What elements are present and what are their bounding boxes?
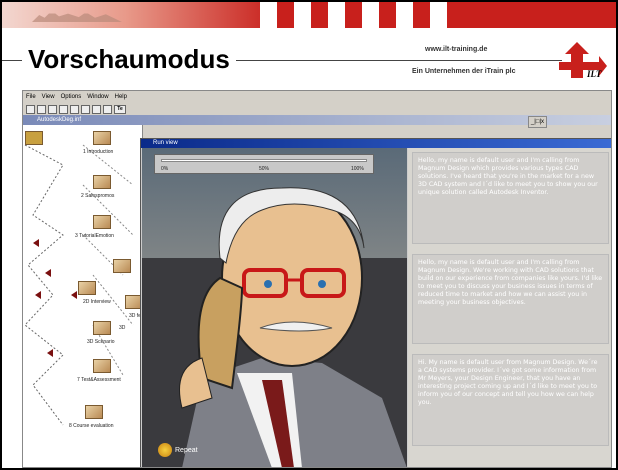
run-view-title-bar: Run view (141, 139, 611, 148)
dialogue-option[interactable]: Hello, my name is default user and I'm c… (412, 254, 609, 344)
document-title: AutodeskDeg.inf (37, 117, 82, 123)
banner-square (328, 2, 345, 28)
authoring-app-screenshot: File View Options Window Help Te Autodes… (22, 90, 612, 468)
paste-icon[interactable] (81, 104, 90, 114)
repeat-icon (158, 443, 172, 457)
banner-square (294, 2, 311, 28)
flow-node[interactable] (93, 175, 111, 189)
print-icon[interactable] (92, 104, 101, 114)
flow-label: 7 Test&Assessment (77, 377, 121, 383)
city-skyline-graphic (32, 10, 122, 22)
menu-options[interactable]: Options (61, 94, 82, 103)
flow-label: 3 TutorialEmotion (75, 233, 114, 239)
character-stage: 0% 50% 100% Repeat (142, 148, 407, 467)
page-title: Vorschaumodus (22, 44, 236, 75)
new-file-icon[interactable] (26, 104, 35, 114)
ilt-logo: ILT (559, 42, 607, 79)
flow-label: 3D Scenario (87, 339, 115, 345)
repeat-button[interactable]: Repeat (158, 443, 198, 457)
text-tool-button[interactable]: Te (114, 104, 126, 114)
slide: Vorschaumodus www.ilt-training.de Ein Un… (0, 0, 618, 470)
website-url: www.ilt-training.de (425, 46, 488, 53)
menu-view[interactable]: View (42, 94, 55, 103)
banner-square (260, 2, 277, 28)
company-tagline: Ein Unternehmen der iTrain plc (412, 68, 516, 75)
flow-label: 1 Introduction (83, 149, 114, 155)
flow-label: 8 Course evaluation (69, 423, 114, 429)
title-row: Vorschaumodus www.ilt-training.de Ein Un… (2, 30, 616, 86)
flow-node[interactable] (93, 215, 111, 229)
cut-icon[interactable] (59, 104, 68, 114)
document-title-bar: AutodeskDeg.inf _|□|x (23, 115, 611, 128)
menu-help[interactable]: Help (115, 94, 127, 103)
banner-square (362, 2, 379, 28)
header-banner (2, 2, 616, 28)
toolbar: Te (23, 103, 611, 115)
flow-label: 2 Salespromos (81, 193, 115, 199)
businessman-on-phone-illustration (142, 187, 407, 467)
dialogue-option[interactable]: Hello, my name is default user and I'm c… (412, 152, 609, 244)
copy-icon[interactable] (70, 104, 79, 114)
window-controls[interactable]: _|□|x (527, 116, 547, 128)
run-view-title: Run view (153, 140, 178, 146)
svg-text:ILT: ILT (586, 69, 602, 79)
repeat-label: Repeat (175, 446, 198, 454)
flow-node[interactable] (85, 405, 103, 419)
scenario-flow-panel: 1 Introduction 2 Salespromos 3 TutorialE… (23, 125, 143, 467)
dialogue-option[interactable]: Hi. My name is default user from Magnum … (412, 354, 609, 446)
flow-node[interactable] (93, 321, 111, 335)
menu-bar: File View Options Window Help (23, 91, 611, 103)
flow-node[interactable] (78, 281, 96, 295)
save-icon[interactable] (48, 104, 57, 114)
banner-square (396, 2, 413, 28)
help-icon[interactable] (103, 104, 112, 114)
start-node-icon[interactable] (25, 131, 43, 145)
banner-square (430, 2, 447, 28)
open-folder-icon[interactable] (37, 104, 46, 114)
run-view-window: Run view 0% 50% 100% Repeat Hello, my na… (140, 138, 611, 467)
dialogue-options-panel: Hello, my name is default user and I'm c… (408, 148, 611, 467)
flow-node[interactable] (93, 131, 111, 145)
menu-window[interactable]: Window (87, 94, 108, 103)
flow-node[interactable] (113, 259, 131, 273)
flow-label: 2D Interview (83, 299, 111, 305)
menu-file[interactable]: File (26, 94, 36, 103)
flow-label: 3D (119, 325, 126, 331)
flow-node[interactable] (93, 359, 111, 373)
